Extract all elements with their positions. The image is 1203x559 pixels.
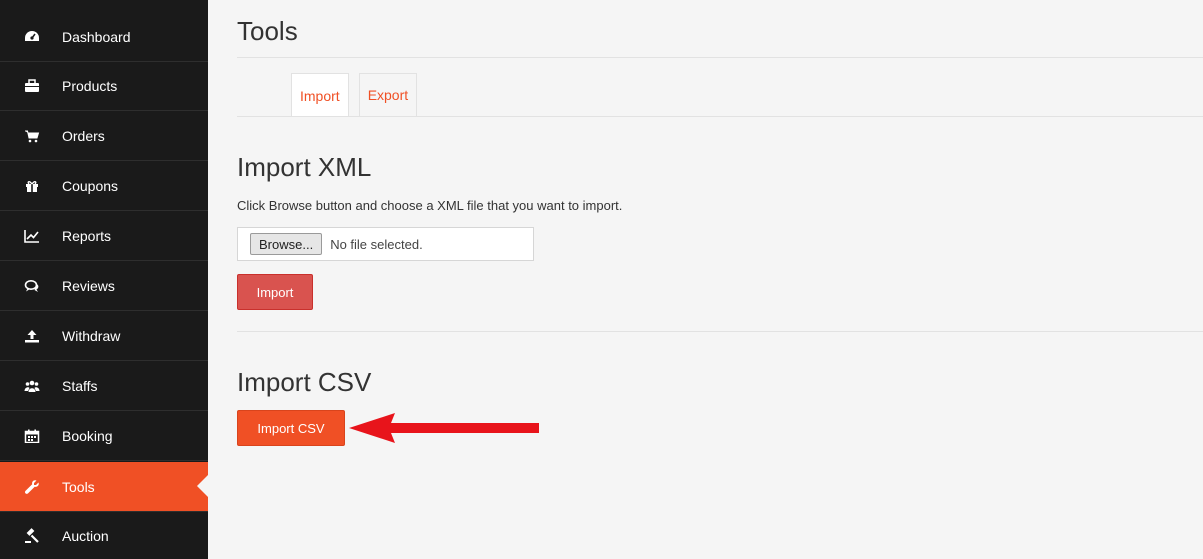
sidebar-item-reviews[interactable]: Reviews xyxy=(0,262,208,311)
sidebar-item-tools[interactable]: Tools xyxy=(0,462,208,512)
sidebar-item-label: Reports xyxy=(62,228,112,244)
section-divider xyxy=(237,331,1203,332)
comments-icon xyxy=(24,278,40,294)
import-xml-description: Click Browse button and choose a XML fil… xyxy=(237,198,623,213)
gavel-icon xyxy=(24,528,40,544)
sidebar-item-label: Withdraw xyxy=(62,328,121,344)
tab-import[interactable]: Import xyxy=(291,73,349,117)
sidebar-item-label: Booking xyxy=(62,428,113,444)
import-csv-button[interactable]: Import CSV xyxy=(237,410,345,446)
cart-icon xyxy=(24,128,40,144)
annotation-arrow xyxy=(349,413,539,443)
sidebar: Dashboard Products Orders Coupons Report… xyxy=(0,0,208,559)
calendar-icon xyxy=(24,428,40,444)
upload-icon xyxy=(24,328,40,344)
sidebar-item-staffs[interactable]: Staffs xyxy=(0,362,208,411)
tab-export[interactable]: Export xyxy=(358,73,418,116)
line-chart-icon xyxy=(24,228,40,244)
browse-button[interactable]: Browse... xyxy=(250,233,323,255)
sidebar-item-label: Coupons xyxy=(62,178,119,194)
sidebar-item-label: Tools xyxy=(62,478,95,495)
users-icon xyxy=(24,378,40,394)
sidebar-item-label: Staffs xyxy=(62,378,98,394)
sidebar-item-auction[interactable]: Auction xyxy=(0,512,208,559)
file-status-text: No file selected. xyxy=(330,236,423,252)
wrench-icon xyxy=(24,479,40,495)
page: Dashboard Products Orders Coupons Report… xyxy=(0,0,1203,559)
sidebar-item-orders[interactable]: Orders xyxy=(0,112,208,161)
main-content: Tools Import Export Import XML Click Bro… xyxy=(237,0,1203,559)
tab-bar: Import Export xyxy=(291,73,427,117)
sidebar-item-dashboard[interactable]: Dashboard xyxy=(0,13,208,62)
import-xml-button[interactable]: Import xyxy=(237,274,313,310)
sidebar-item-coupons[interactable]: Coupons xyxy=(0,162,208,211)
sidebar-item-booking[interactable]: Booking xyxy=(0,412,208,461)
sidebar-item-label: Orders xyxy=(62,128,105,144)
gift-icon xyxy=(24,178,40,194)
title-divider xyxy=(237,57,1203,58)
sidebar-item-reports[interactable]: Reports xyxy=(0,212,208,261)
sidebar-item-products[interactable]: Products xyxy=(0,62,208,111)
sidebar-item-label: Reviews xyxy=(62,278,115,294)
sidebar-item-label: Dashboard xyxy=(62,29,131,45)
xml-file-input[interactable]: Browse... No file selected. xyxy=(237,227,534,261)
sidebar-item-label: Products xyxy=(62,78,118,94)
sidebar-item-label: Auction xyxy=(62,528,109,544)
import-xml-heading: Import XML xyxy=(237,152,372,182)
page-title: Tools xyxy=(237,16,298,46)
dashboard-icon xyxy=(24,29,40,45)
import-csv-heading: Import CSV xyxy=(237,367,372,397)
briefcase-icon xyxy=(24,78,40,94)
sidebar-item-withdraw[interactable]: Withdraw xyxy=(0,312,208,361)
tab-divider xyxy=(237,116,1203,117)
